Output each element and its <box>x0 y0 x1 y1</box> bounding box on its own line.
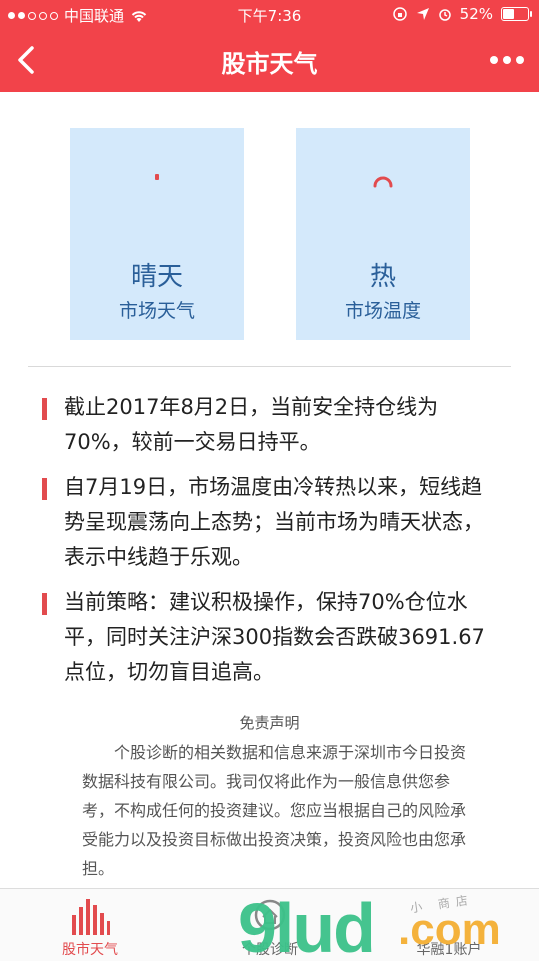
top-bar: 中国联通 下午7:36 52% 股市天气 <box>0 0 539 92</box>
market-weather-card[interactable]: 晴天 市场天气 <box>70 128 244 340</box>
info-paragraph: 截止2017年8月2日，当前安全持仓线为70%，较前一交易日持平。 <box>42 390 502 460</box>
nav-bar: 股市天气 <box>0 30 539 92</box>
market-temperature-card[interactable]: 热 市场温度 <box>296 128 470 340</box>
paragraph-text: 自7月19日，市场温度由冷转热以来，短线趋势呈现震荡向上态势；当前市场为晴天状态… <box>64 475 484 569</box>
weather-value: 晴天 <box>130 262 183 292</box>
status-right: 52% <box>392 5 532 23</box>
paragraph-marker <box>42 398 47 420</box>
status-bar: 中国联通 下午7:36 52% <box>0 0 539 30</box>
weather-gauge-icon <box>155 174 159 180</box>
more-button[interactable] <box>487 48 527 72</box>
tab-label: 股市天气 <box>62 942 118 958</box>
location-icon <box>416 8 429 20</box>
info-paragraph: 自7月19日，市场温度由冷转热以来，短线趋势呈现震荡向上态势；当前市场为晴天状态… <box>42 470 502 575</box>
disclaimer-title: 免责声明 <box>239 714 300 732</box>
more-dot <box>503 56 511 64</box>
bar-chart-icon <box>72 899 110 935</box>
watermark-logo: 9lud <box>238 889 376 967</box>
more-dot <box>490 56 498 64</box>
paragraph-text: 当前策略：建议积极操作，保持70%仓位水平，同时关注沪深300指数会否跌破369… <box>64 590 485 684</box>
battery-fill <box>503 9 515 19</box>
paragraph-marker <box>42 478 47 500</box>
divider <box>28 366 511 367</box>
tab-market-weather[interactable]: 股市天气 <box>0 889 180 961</box>
battery-percent: 52% <box>459 5 493 23</box>
info-paragraph: 当前策略：建议积极操作，保持70%仓位水平，同时关注沪深300指数会否跌破369… <box>42 585 502 690</box>
temperature-gauge-icon <box>373 176 393 188</box>
lock-rotation-icon <box>392 7 407 21</box>
paragraph-text: 截止2017年8月2日，当前安全持仓线为70%，较前一交易日持平。 <box>64 395 439 454</box>
alarm-icon <box>438 9 451 21</box>
temperature-value: 热 <box>369 262 396 292</box>
paragraph-marker <box>42 593 47 615</box>
disclaimer-body: 个股诊断的相关数据和信息来源于深圳市今日投资数据科技有限公司。我司仅将此作为一般… <box>82 743 467 878</box>
battery-icon <box>501 7 532 21</box>
temperature-label: 市场温度 <box>344 300 421 322</box>
more-dot <box>516 56 524 64</box>
weather-label: 市场天气 <box>118 300 195 322</box>
page-title: 股市天气 <box>221 50 318 78</box>
